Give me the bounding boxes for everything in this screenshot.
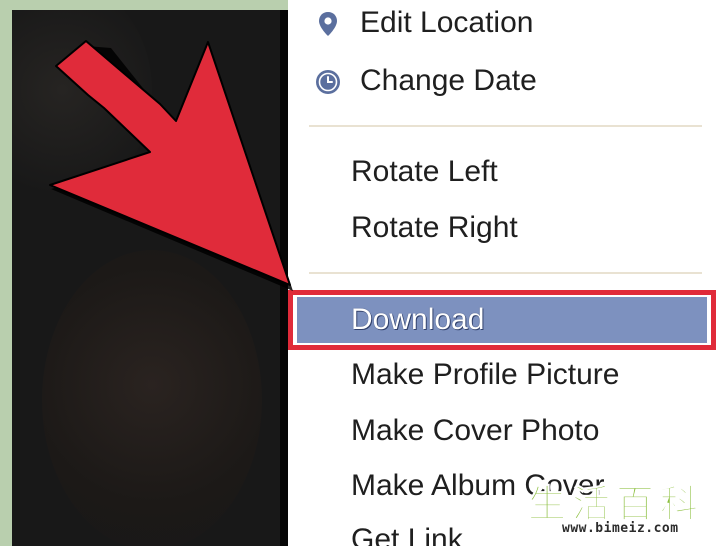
menu-item-label: Edit Location: [360, 6, 534, 39]
menu-item-get-link[interactable]: Get Link: [351, 520, 463, 546]
menu-item-label: Change Date: [360, 64, 537, 97]
menu-item-label: Rotate Right: [351, 211, 518, 244]
menu-item-rotate-right[interactable]: Rotate Right: [351, 208, 518, 248]
context-menu: Edit Location Change Date Rotate Left Ro…: [288, 0, 728, 546]
menu-item-make-cover-photo[interactable]: Make Cover Photo: [351, 411, 599, 451]
menu-item-edit-location[interactable]: Edit Location: [319, 3, 534, 43]
menu-separator: [309, 125, 702, 127]
menu-item-label: Rotate Left: [351, 155, 498, 188]
map-pin-icon: [314, 9, 342, 37]
highlight-rectangle: [288, 290, 716, 350]
menu-item-change-date[interactable]: Change Date: [316, 61, 537, 101]
menu-item-make-profile-picture[interactable]: Make Profile Picture: [351, 355, 619, 395]
menu-item-rotate-left[interactable]: Rotate Left: [351, 152, 498, 192]
watermark: 生活百科 www.bimeiz.com: [526, 484, 726, 544]
menu-separator: [309, 272, 702, 274]
clock-icon: [314, 67, 342, 95]
tutorial-image: Edit Location Change Date Rotate Left Ro…: [0, 0, 728, 546]
watermark-logo-text: 生活百科: [527, 482, 705, 526]
red-pointer-arrow-icon: [49, 40, 293, 291]
watermark-url: www.bimeiz.com: [562, 521, 679, 536]
menu-item-label: Get Link: [351, 523, 463, 546]
menu-item-label: Make Cover Photo: [351, 414, 600, 447]
menu-item-label: Make Profile Picture: [351, 358, 620, 391]
